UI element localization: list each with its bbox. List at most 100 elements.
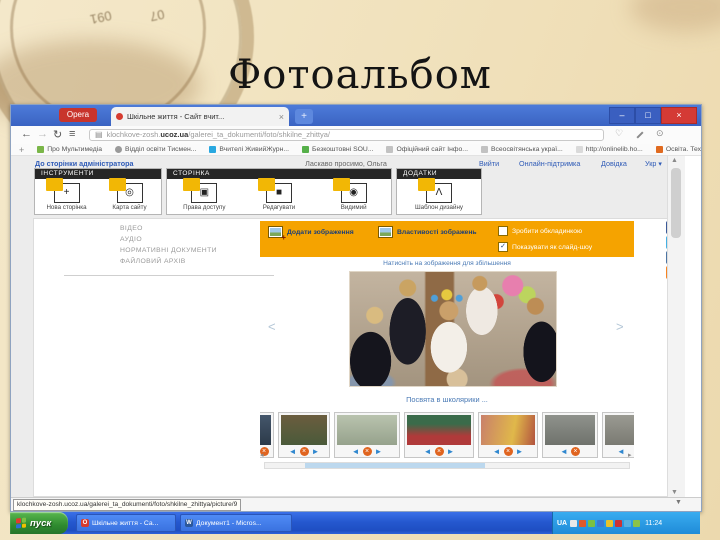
tray-icon[interactable] (633, 519, 641, 527)
thumbnail[interactable]: ◄ × ► (404, 412, 474, 458)
strip-scroll-right-icon[interactable]: ▸ (628, 451, 632, 459)
back-icon[interactable]: ← (21, 128, 32, 140)
tray-icon[interactable] (570, 519, 578, 527)
edit-page-button[interactable]: ■ Редагувати (249, 178, 309, 211)
delete-photo-icon[interactable]: × (570, 447, 580, 456)
thumbnail-scrollbar[interactable] (264, 462, 630, 469)
maximize-button[interactable]: □ (635, 107, 661, 124)
thumbnail-image[interactable] (260, 415, 271, 445)
thumbnail[interactable]: ◄ × ► (478, 412, 538, 458)
tray-icon[interactable] (597, 519, 605, 527)
sidebar-item-file-archive[interactable]: ФАЙЛОВИЙ АРХІВ (120, 258, 186, 265)
compass-tool-icon: Λ (418, 178, 452, 203)
thumbnail-image[interactable] (545, 415, 595, 445)
move-right-icon[interactable]: ► (516, 447, 524, 457)
bookmark-item[interactable]: Всеосвітянська украї... (480, 146, 563, 153)
move-left-icon[interactable]: ◄ (560, 447, 568, 457)
thumbnail[interactable]: ◄ × ► (334, 412, 400, 458)
delete-photo-icon[interactable]: × (299, 447, 309, 456)
menu-icon[interactable]: ≡ (69, 128, 75, 140)
move-left-icon[interactable]: ◄ (289, 447, 297, 457)
move-right-icon[interactable]: ► (447, 447, 455, 457)
browser-tab[interactable]: Шкільне життя - Сайт вчит... × (111, 107, 289, 126)
opera-menu-button[interactable]: Opera (59, 108, 97, 122)
thumbnail-image[interactable] (605, 415, 634, 445)
delete-photo-icon[interactable]: × (503, 447, 513, 456)
reload-icon[interactable]: ↻ (53, 128, 62, 141)
thumbnail-image[interactable] (281, 415, 327, 445)
scroll-corner-icon[interactable]: ▼ (675, 499, 682, 506)
checkbox-unchecked[interactable] (498, 226, 508, 236)
thumbnail-image[interactable] (481, 415, 535, 445)
system-tray: UA 11:24 (552, 512, 700, 534)
admin-page-link[interactable]: До сторінки адміністратора (35, 159, 133, 168)
prev-photo-arrow[interactable]: < (268, 319, 276, 334)
slideshow-checkbox[interactable]: ✓ Показувати як слайд-шоу (498, 242, 592, 252)
main-photo[interactable] (349, 271, 557, 387)
tray-icon[interactable] (588, 519, 596, 527)
move-left-icon[interactable]: ◄ (352, 447, 360, 457)
image-properties-button[interactable]: Властивості зображень (378, 226, 477, 238)
browser-scrollbar[interactable]: ▲ ▼ (667, 156, 685, 497)
minimize-button[interactable]: – (609, 107, 635, 124)
bookmark-item[interactable]: Офіційний сайт Інфо... (386, 146, 468, 153)
start-button[interactable]: пуск (10, 512, 68, 534)
language-indicator[interactable]: UA (557, 520, 567, 527)
move-right-icon[interactable]: ► (312, 447, 320, 457)
tray-icon[interactable] (606, 519, 614, 527)
sidebar-item-documents[interactable]: НОРМАТИВНІ ДОКУМЕНТИ (120, 247, 217, 254)
strip-scroll-left-icon[interactable]: ◂ (260, 451, 264, 459)
move-right-icon[interactable]: ► (375, 447, 383, 457)
new-page-button[interactable]: + Нова сторінка (37, 178, 97, 211)
taskbar-task-opera[interactable]: O Шкільне життя - Са... (76, 514, 176, 532)
taskbar-task-word[interactable]: W Документ1 - Micros... (180, 514, 292, 532)
profile-icon[interactable]: ⊙ (656, 128, 664, 139)
visibility-button[interactable]: ◉ Видимий (324, 178, 384, 211)
close-button[interactable]: × (661, 107, 697, 124)
scrollbar-thumb[interactable] (671, 168, 681, 238)
site-map-button[interactable]: ◎ Карта сайту (100, 178, 160, 211)
delete-photo-icon[interactable]: × (434, 447, 444, 456)
sidebar-item-audio[interactable]: АУДІО (120, 236, 142, 243)
thumbnail-image[interactable] (337, 415, 397, 445)
logout-link[interactable]: Вийти (479, 159, 499, 168)
move-left-icon[interactable]: ◄ (424, 447, 432, 457)
support-link[interactable]: Онлайн-підтримка (519, 159, 580, 168)
forward-icon[interactable]: → (37, 128, 48, 140)
tray-icon[interactable] (624, 519, 632, 527)
sidebar-item-video[interactable]: ВІДЕО (120, 225, 143, 232)
scroll-down-icon[interactable]: ▼ (671, 489, 678, 496)
move-left-icon[interactable]: ◄ (617, 447, 625, 457)
scrollbar-thumb[interactable] (305, 463, 485, 468)
opera-task-icon: O (81, 519, 89, 527)
access-rights-button[interactable]: ▣ Права доступу (174, 178, 234, 211)
bookmark-item[interactable]: Безкоштовні SOU... (302, 146, 373, 153)
pencil-icon[interactable] (636, 131, 644, 139)
bookmark-item[interactable]: Вчителі ЖивийЖурн... (209, 146, 289, 153)
bookmark-heart-icon[interactable]: ♡ (615, 128, 623, 139)
bookmark-item[interactable]: Освіта. Технології (655, 146, 701, 153)
language-selector[interactable]: Укр ▾ (645, 159, 662, 168)
bookmark-item[interactable]: Про Мультимедіа (37, 146, 102, 153)
add-images-button[interactable]: + Додати зображення (268, 226, 354, 242)
new-tab-button[interactable]: + (295, 109, 313, 124)
checkbox-checked[interactable]: ✓ (498, 242, 508, 252)
site-info-icon[interactable]: ▤ (95, 130, 103, 139)
address-bar[interactable]: ▤ klochkove-zosh.ucoz.ua/galerei_ta_doku… (89, 128, 604, 141)
thumbnail[interactable]: ◄ × (542, 412, 598, 458)
tab-close-icon[interactable]: × (279, 112, 284, 122)
tray-icon[interactable] (615, 519, 623, 527)
next-photo-arrow[interactable]: > (616, 319, 624, 334)
help-link[interactable]: Довідка (601, 159, 627, 168)
delete-photo-icon[interactable]: × (362, 447, 372, 456)
design-template-button[interactable]: Λ Шаблон дизайну (409, 178, 469, 211)
add-bookmark-icon[interactable]: + (19, 145, 24, 155)
move-left-icon[interactable]: ◄ (493, 447, 501, 457)
thumbnail[interactable]: ◄ × ► (278, 412, 330, 458)
scroll-up-icon[interactable]: ▲ (671, 157, 678, 164)
bookmark-item[interactable]: Відділ освіти Тисмен... (115, 146, 196, 153)
make-cover-checkbox[interactable]: Зробити обкладинкою (498, 226, 582, 236)
tray-icon[interactable] (579, 519, 587, 527)
bookmark-item[interactable]: http://onlinelib.ho... (575, 146, 643, 153)
thumbnail-image[interactable] (407, 415, 471, 445)
